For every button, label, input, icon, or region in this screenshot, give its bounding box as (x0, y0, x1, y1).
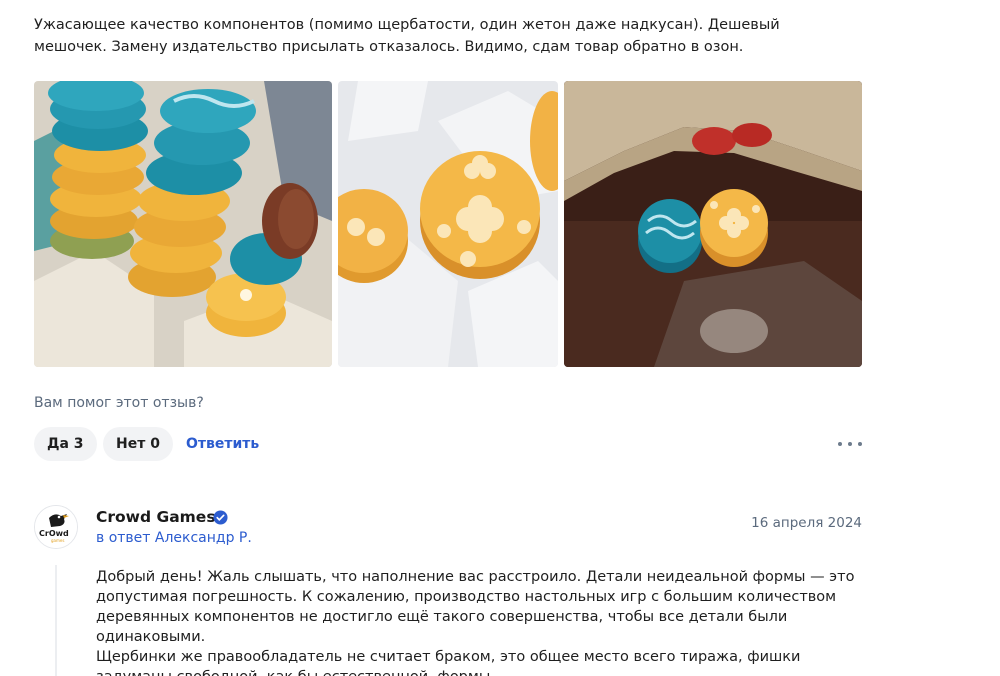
photo-stacked-tokens-image (34, 81, 332, 367)
photo-chipped-yellow-tokens-image (338, 81, 558, 367)
in-reply-to-link[interactable]: в ответ Александр Р. (96, 530, 252, 546)
photo-stacked-tokens[interactable] (34, 81, 332, 367)
reply-text: Добрый день! Жаль слышать, что наполнени… (96, 569, 855, 676)
avatar[interactable]: CrOwd games (34, 505, 78, 549)
thread-divider (55, 565, 57, 676)
vote-row: Да 3 Нет 0 Ответить (34, 427, 864, 461)
helpful-question: Вам помог этот отзыв? (34, 395, 204, 411)
reply-date: 16 апреля 2024 (751, 515, 862, 531)
photo-tokens-and-bag[interactable] (564, 81, 862, 367)
photo-tokens-and-bag-image (564, 81, 862, 367)
svg-text:CrOwd: CrOwd (39, 529, 69, 538)
review-photos (34, 81, 864, 367)
review-text: Ужасающее качество компонентов (помимо щ… (34, 17, 780, 55)
photo-chipped-yellow-tokens[interactable] (338, 81, 558, 367)
crowd-games-logo-icon: CrOwd games (35, 506, 77, 548)
more-horizontal-icon[interactable] (836, 427, 864, 461)
svg-text:games: games (51, 538, 64, 543)
vote-no-button[interactable]: Нет 0 (103, 427, 173, 461)
reply-author[interactable]: Crowd Games (96, 508, 216, 526)
vote-yes-button[interactable]: Да 3 (34, 427, 97, 461)
reply-button[interactable]: Ответить (186, 427, 259, 461)
verified-check-icon (213, 510, 228, 525)
